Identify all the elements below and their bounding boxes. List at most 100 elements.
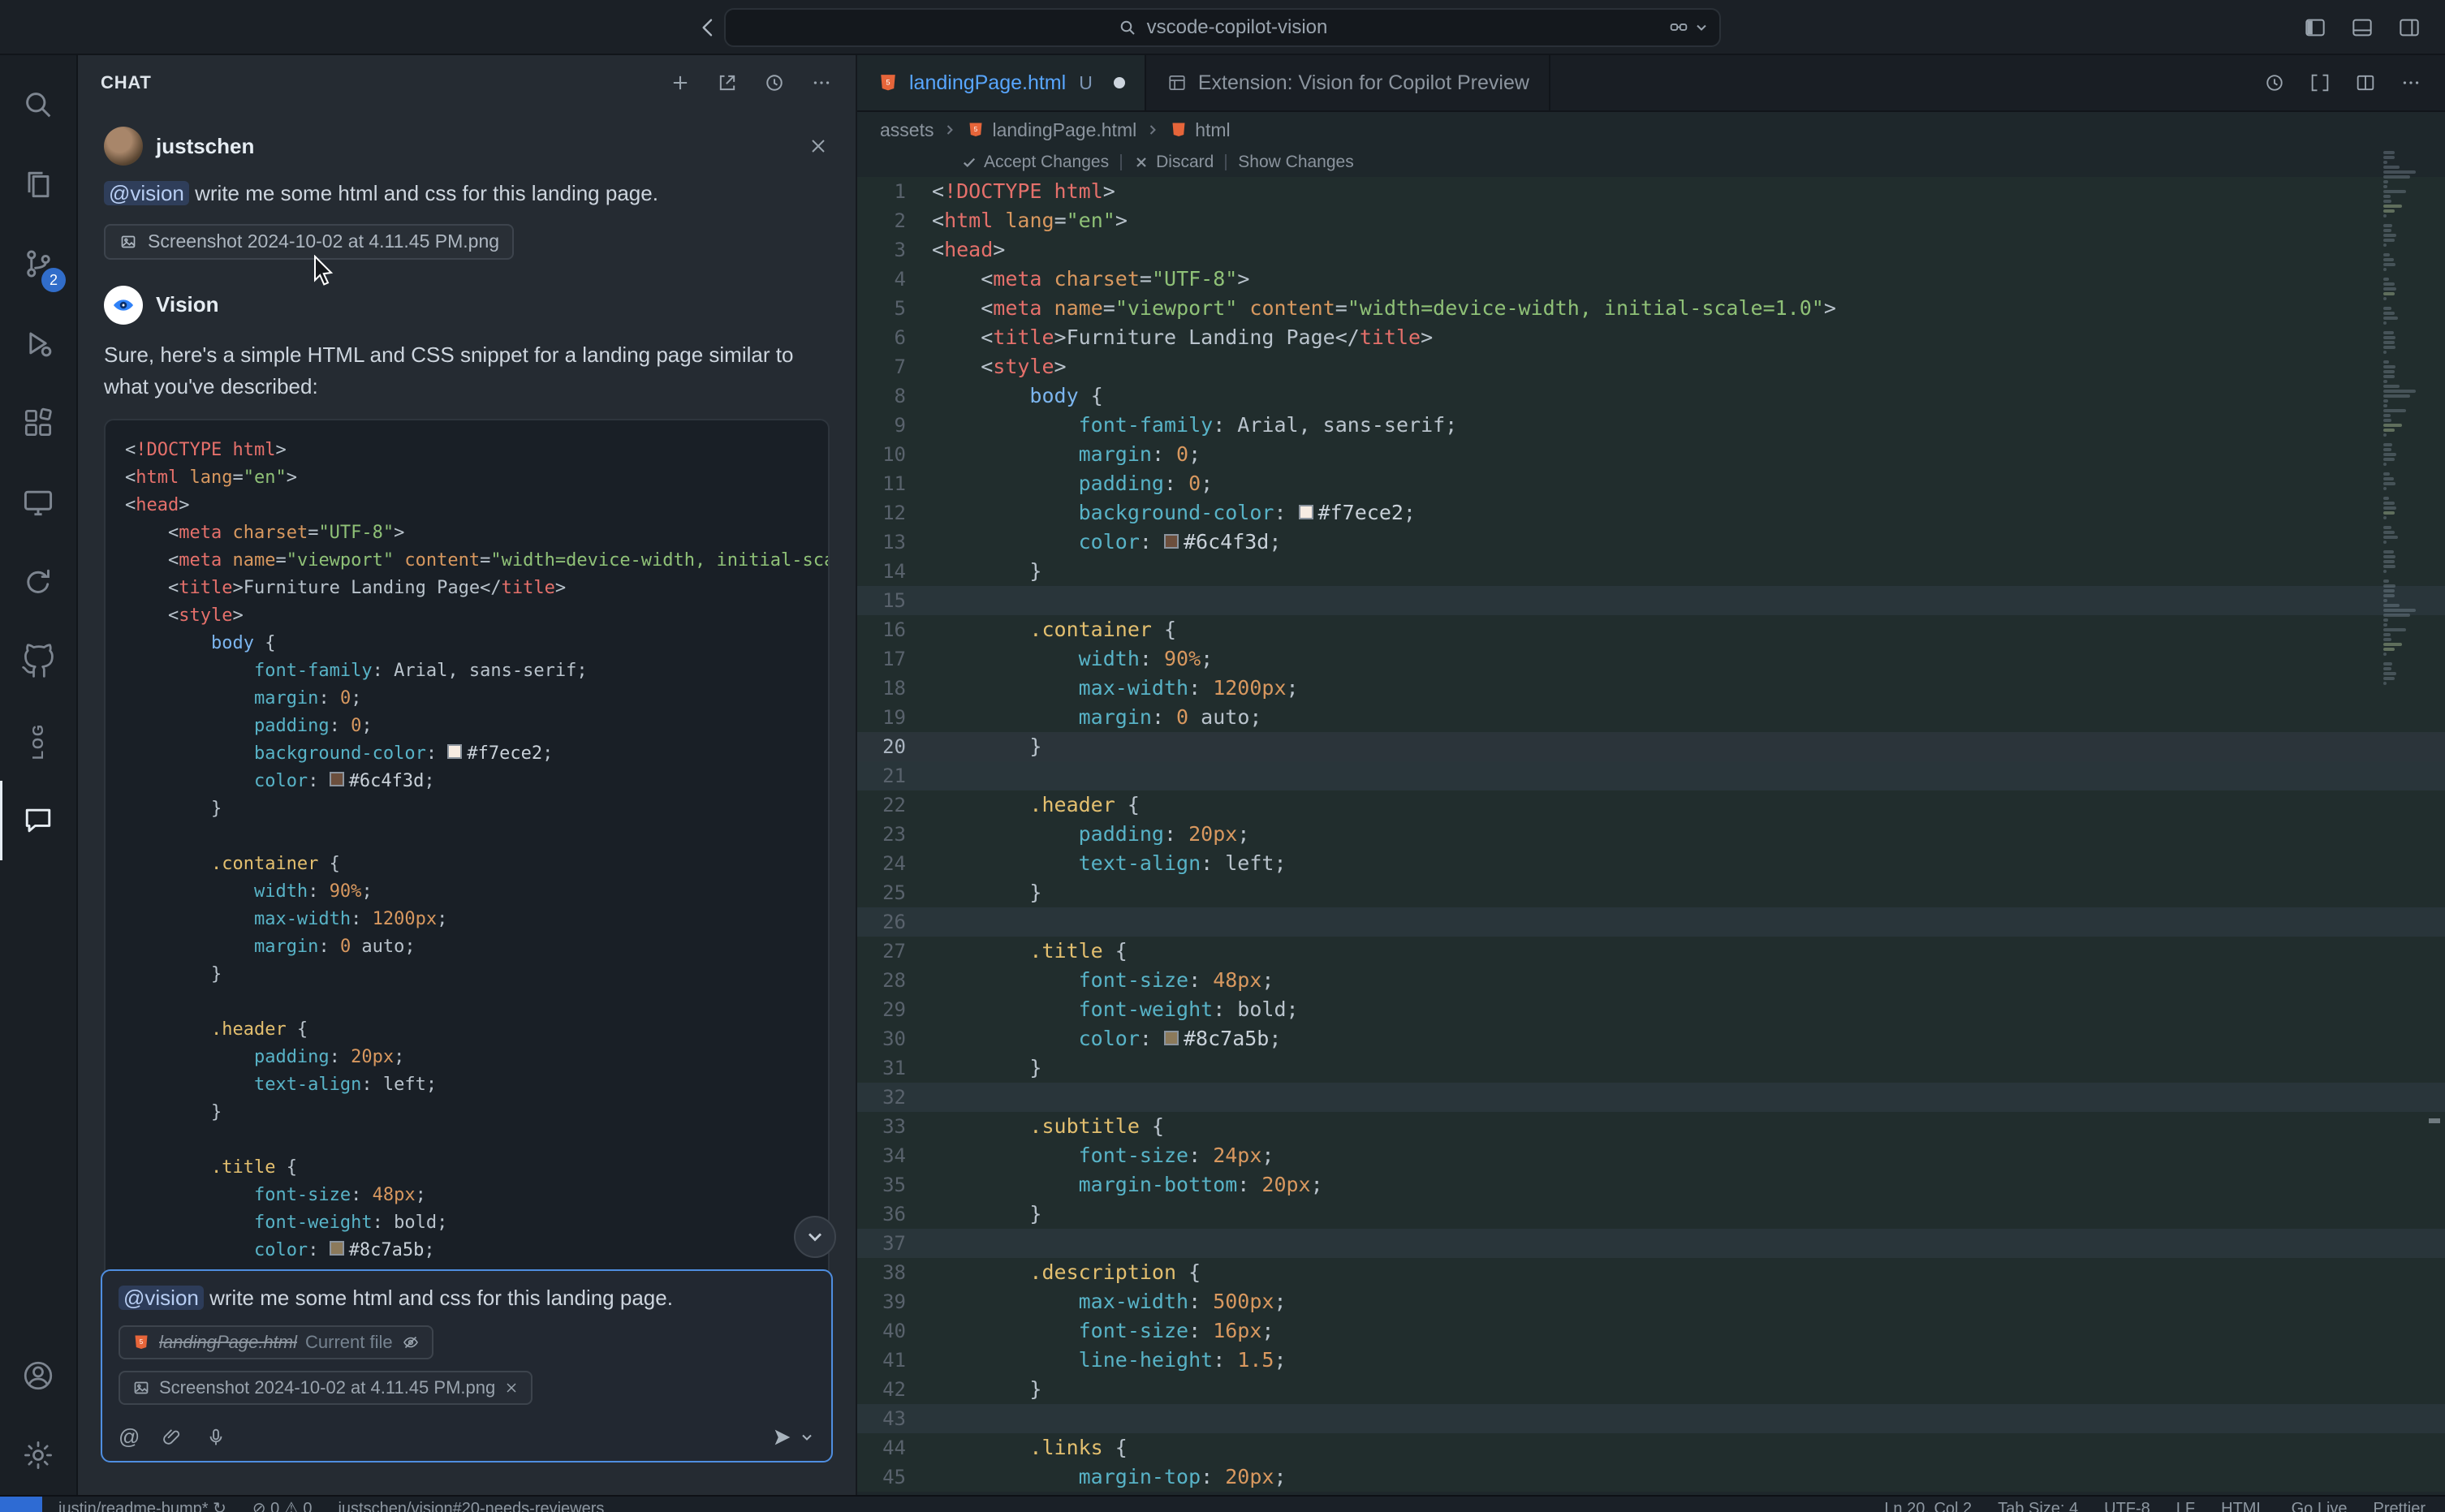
- status-item[interactable]: UTF-8: [2104, 1497, 2150, 1512]
- status-item[interactable]: justschen/vision#20-needs-reviewers: [338, 1497, 604, 1512]
- chat-conversation: justschen @vision write me some html and…: [78, 110, 856, 1495]
- activity-run-debug[interactable]: [0, 304, 77, 383]
- tab-landing-page[interactable]: 5 landingPage.html U: [857, 55, 1146, 110]
- open-chat-editor-icon[interactable]: [716, 71, 739, 94]
- activity-source-control[interactable]: 2: [0, 224, 77, 304]
- activity-search[interactable]: [0, 65, 77, 144]
- activity-extensions[interactable]: [0, 383, 77, 463]
- git-status-badge: U: [1079, 72, 1093, 94]
- toggle-sidebar-right-icon[interactable]: [2396, 15, 2422, 41]
- activity-bar: 2 LOG: [0, 55, 78, 1495]
- status-item[interactable]: Go Live: [2292, 1497, 2348, 1512]
- compare-changes-icon[interactable]: [2309, 71, 2331, 94]
- message-attachment[interactable]: Screenshot 2024-10-02 at 4.11.45 PM.png: [104, 224, 514, 260]
- status-item[interactable]: justin/readme-bump* ↻: [58, 1497, 226, 1512]
- extension-window-icon: [1166, 71, 1188, 94]
- chat-more-icon[interactable]: [810, 71, 833, 94]
- toggle-panel-icon[interactable]: [2349, 15, 2375, 41]
- chat-input[interactable]: @vision write me some html and css for t…: [101, 1269, 833, 1462]
- attach-icon[interactable]: [161, 1426, 183, 1449]
- send-menu-chevron-icon[interactable]: [799, 1429, 815, 1445]
- chat-input-text: @vision write me some html and css for t…: [119, 1286, 815, 1311]
- remote-indicator[interactable]: [0, 1497, 42, 1512]
- tab-bar: 5 landingPage.html U Extension: Vision f…: [857, 55, 2445, 112]
- status-item[interactable]: Ln 20, Col 2: [1884, 1497, 1972, 1512]
- discard-link[interactable]: Discard: [1133, 153, 1214, 172]
- activity-explorer[interactable]: [0, 144, 77, 224]
- chevron-right-icon: [1145, 122, 1161, 138]
- breadcrumb-symbol[interactable]: html: [1169, 119, 1230, 141]
- status-bar: justin/readme-bump* ↻ ⊘ 0 ⚠ 0 justschen/vi…: [0, 1495, 2445, 1512]
- vscode-window: vscode-copilot-vision 2 LOG: [0, 0, 2445, 1512]
- mic-icon[interactable]: [205, 1426, 227, 1449]
- search-icon: [1118, 18, 1137, 37]
- chevron-down-icon: [1693, 19, 1710, 36]
- status-right: Ln 20, Col 2 Tab Size: 4 UTF-8 LF HTML Go Liv…: [1884, 1497, 2445, 1512]
- editor-group: 5 landingPage.html U Extension: Vision f…: [857, 55, 2445, 1495]
- assistant-intro: Sure, here's a simple HTML and CSS snipp…: [104, 339, 830, 403]
- ruler-mark: [2429, 1118, 2440, 1123]
- user-avatar: [104, 127, 143, 166]
- mention-icon[interactable]: @: [119, 1424, 140, 1450]
- new-chat-icon[interactable]: [669, 71, 692, 94]
- accept-changes-link[interactable]: Accept Changes: [961, 153, 1109, 172]
- mention-chip[interactable]: @vision: [104, 181, 189, 205]
- html-symbol-icon: [1169, 120, 1188, 140]
- image-icon: [119, 232, 138, 252]
- modified-dot-icon[interactable]: [1114, 77, 1125, 88]
- activity-github[interactable]: [0, 622, 77, 701]
- user-message: @vision write me some html and css for t…: [104, 179, 830, 209]
- copilot-icon: [1667, 16, 1690, 39]
- status-item[interactable]: Tab Size: 4: [1998, 1497, 2078, 1512]
- activity-settings[interactable]: [0, 1415, 77, 1495]
- activity-live-preview[interactable]: [0, 463, 77, 542]
- timeline-icon[interactable]: [2263, 71, 2286, 94]
- eye-off-icon: [401, 1333, 420, 1352]
- context-file-pill[interactable]: 5 landingPage.html Current file: [119, 1325, 433, 1359]
- overview-ruler[interactable]: [2424, 148, 2445, 1495]
- breadcrumb-assets[interactable]: assets: [880, 119, 934, 141]
- activity-log[interactable]: LOG: [0, 701, 77, 781]
- activity-chat[interactable]: [0, 781, 77, 860]
- show-changes-link[interactable]: Show Changes: [1238, 153, 1353, 172]
- breadcrumb-file[interactable]: 5landingPage.html: [966, 119, 1136, 141]
- minimap[interactable]: [2383, 151, 2422, 687]
- mention-chip: @vision: [119, 1286, 204, 1310]
- scm-badge: 2: [41, 268, 66, 292]
- html-file-icon: 5: [966, 120, 985, 140]
- assistant-name: Vision: [156, 292, 219, 317]
- nav-back-icon[interactable]: [695, 15, 721, 41]
- mouse-cursor-icon: [313, 255, 334, 286]
- split-editor-icon[interactable]: [2354, 71, 2377, 94]
- html-file-icon: 5: [132, 1333, 151, 1352]
- chat-panel-title: CHAT: [101, 72, 152, 93]
- input-attachment-pill[interactable]: Screenshot 2024-10-02 at 4.11.45 PM.png: [119, 1371, 533, 1405]
- command-center-text: vscode-copilot-vision: [1147, 16, 1328, 39]
- chevron-right-icon: [942, 122, 958, 138]
- chat-panel: CHAT justschen @vision write me some htm…: [78, 55, 857, 1495]
- inline-chat-codelens: Accept Changes Discard Show Changes: [857, 148, 2445, 177]
- status-item[interactable]: HTML: [2221, 1497, 2265, 1512]
- copilot-menu[interactable]: [1667, 10, 1710, 45]
- editor-code-area[interactable]: Accept Changes Discard Show Changes 1<!D…: [857, 148, 2445, 1495]
- status-item[interactable]: Prettier: [2374, 1497, 2426, 1512]
- scroll-to-bottom-button[interactable]: [794, 1216, 836, 1258]
- chat-code: <!DOCTYPE html><html lang="en"><head> <m…: [125, 437, 809, 1264]
- toggle-sidebar-left-icon[interactable]: [2302, 15, 2328, 41]
- image-icon: [132, 1378, 151, 1398]
- editor-lines: 1<!DOCTYPE html>2<html lang="en">3<head>…: [857, 177, 2445, 1492]
- send-icon[interactable]: [771, 1426, 794, 1449]
- activity-restart-icon[interactable]: [0, 542, 77, 622]
- tab-extension-preview[interactable]: Extension: Vision for Copilot Preview: [1146, 55, 1550, 110]
- titlebar: vscode-copilot-vision: [0, 0, 2445, 55]
- user-name: justschen: [156, 134, 254, 159]
- close-message-icon[interactable]: [807, 135, 830, 157]
- svg-text:5: 5: [140, 1338, 144, 1346]
- editor-more-icon[interactable]: [2400, 71, 2422, 94]
- status-item[interactable]: ⊘ 0 ⚠ 0: [252, 1497, 313, 1512]
- chat-history-icon[interactable]: [763, 71, 786, 94]
- activity-accounts[interactable]: [0, 1336, 77, 1415]
- status-item[interactable]: LF: [2176, 1497, 2195, 1512]
- command-center[interactable]: vscode-copilot-vision: [724, 8, 1721, 47]
- html-file-icon: 5: [877, 71, 899, 94]
